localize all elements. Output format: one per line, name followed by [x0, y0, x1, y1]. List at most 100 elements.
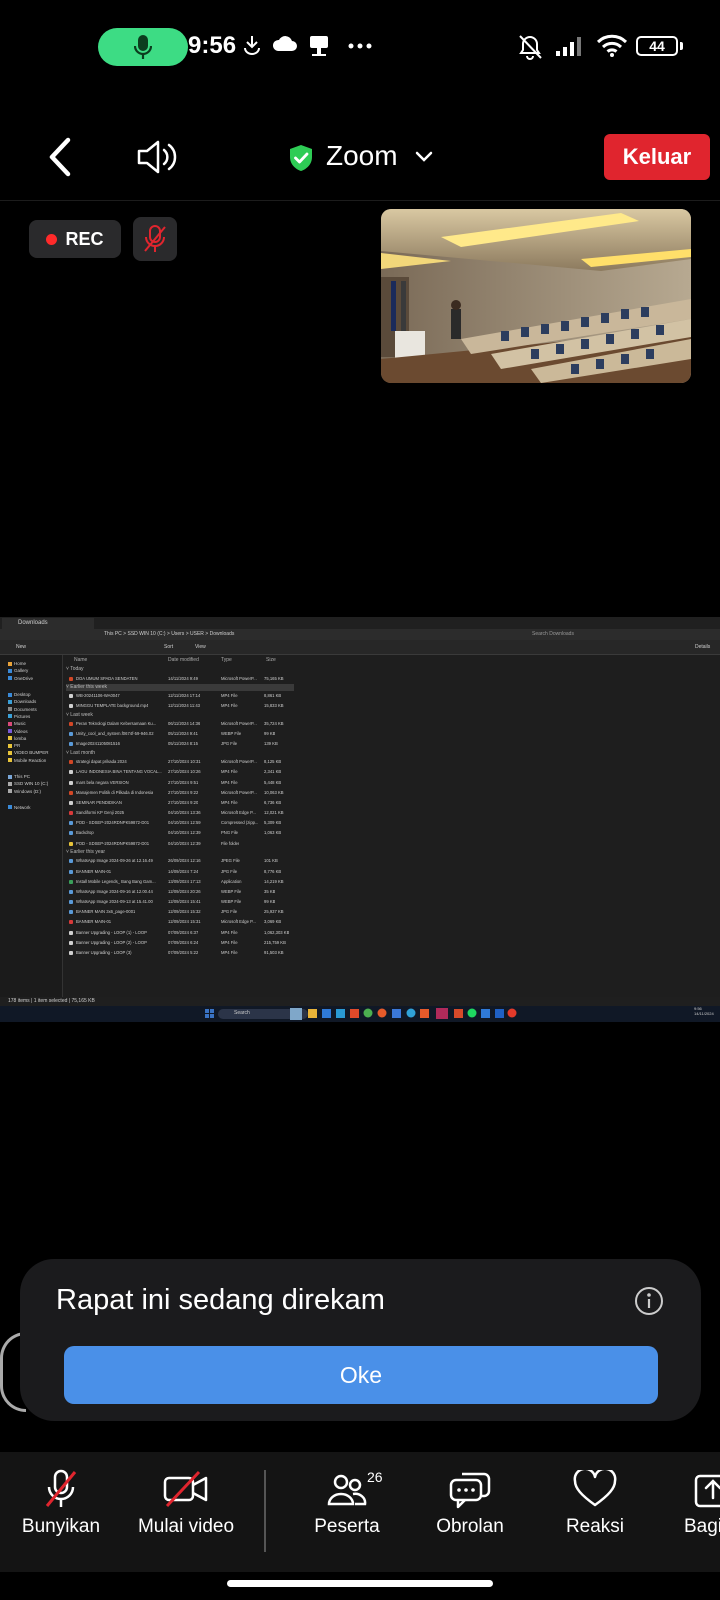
folder-icon: [8, 692, 12, 697]
shared-screen: Downloads This PC > SSD WIN 10 (C:) > Us…: [0, 617, 720, 1022]
sidebar-item[interactable]: Music: [8, 720, 62, 727]
file-row[interactable]: Unity_cool_and_system.f0674f-59-946.02 05…: [66, 729, 306, 739]
file-date: 27/10/2024 9:22: [168, 789, 199, 795]
reactions-button[interactable]: Reaksi: [525, 1452, 665, 1552]
sidebar-item-label: PR: [14, 743, 21, 749]
file-row[interactable]: WhatsApp Image 2024-09-16 at 12.00.44 12/…: [66, 887, 306, 897]
group-header[interactable]: ˅ Last month: [66, 750, 306, 758]
file-type: MP4 File: [221, 939, 238, 945]
file-row[interactable]: DOA UMUM SPADA SENDATEN 14/11/2024 9:49 Mi…: [66, 674, 306, 684]
file-row[interactable]: Image20241105081516 05/11/2024 8:15 JPG Fi…: [66, 739, 306, 749]
file-row[interactable]: WhatsApp Image 2024-09-26 at 12.16.49 26/…: [66, 856, 306, 866]
group-header[interactable]: ˅ Earlier this year: [66, 849, 306, 857]
share-button[interactable]: Bagi: [672, 1452, 720, 1552]
sidebar-item[interactable]: Gallery: [8, 667, 62, 674]
file-row[interactable]: Install Mobile Legends_ Bang Bang Gam...…: [66, 877, 306, 887]
sidebar-item[interactable]: SSD WIN 10 (C:): [8, 780, 62, 787]
group-header[interactable]: ˅ Last week: [66, 712, 306, 720]
participant-video-thumbnail[interactable]: [381, 209, 691, 383]
file-type: PNG File: [221, 830, 238, 836]
sidebar-item[interactable]: Mobile Reaction: [8, 757, 62, 764]
chat-button[interactable]: Obrolan: [400, 1452, 540, 1552]
chevron-down-icon[interactable]: [415, 151, 433, 163]
file-row[interactable]: POD - SDSEP-2024RDNPK59872-D01 04/10/2024…: [66, 839, 306, 849]
back-icon[interactable]: [46, 136, 74, 178]
sidebar-item[interactable]: Downloads: [8, 698, 62, 705]
file-row[interactable]: Peran Teknologi Dalam Kebersamaan Ku... 0…: [66, 719, 306, 729]
group-header[interactable]: ˅ Today: [66, 666, 306, 674]
share-screen-icon: [694, 1474, 720, 1508]
group-header[interactable]: ˅ Earlier this week: [66, 684, 306, 692]
folder-icon: [8, 699, 12, 704]
file-name: strategi dapat prikada 2024: [76, 759, 127, 765]
file-type: MP4 File: [221, 703, 238, 709]
home-indicator[interactable]: [227, 1580, 493, 1587]
sidebar-item[interactable]: Documents: [8, 705, 62, 712]
ok-button[interactable]: Oke: [64, 1346, 658, 1404]
meeting-title[interactable]: Zoom: [326, 140, 398, 172]
sidebar-item[interactable]: Windows (D:): [8, 787, 62, 794]
start-video-button[interactable]: Mulai video: [116, 1452, 256, 1552]
recording-notice-text: Rapat ini sedang direkam: [56, 1284, 385, 1316]
file-row[interactable]: SEMINAR PENDIDIKAN 27/10/2024 9:20 MP4 Fil…: [66, 798, 306, 808]
sidebar-item[interactable]: Network: [8, 804, 62, 811]
file-date: 07/09/2024 6:24: [168, 939, 199, 945]
sidebar-item[interactable]: Videos: [8, 727, 62, 734]
participants-label: Peserta: [314, 1516, 380, 1537]
leave-button[interactable]: Keluar: [604, 134, 710, 180]
file-icon: [69, 694, 73, 699]
file-name: Sandiformi KP Genji 2025: [76, 810, 125, 816]
sidebar-item-label: OneDrive: [14, 675, 34, 681]
sidebar-item-label: Home: [14, 661, 27, 667]
folder-icon: [8, 676, 12, 681]
file-icon: [69, 879, 73, 884]
file-row[interactable]: Manajemen Politik di Pilkada di Indonesi…: [66, 788, 306, 798]
file-size: 3,069 KB: [264, 919, 282, 925]
file-name: WB-20241106-WA0047: [76, 693, 120, 699]
sidebar-item[interactable]: PR: [8, 742, 62, 749]
chat-icon: [449, 1472, 491, 1509]
file-row[interactable]: Banner Upgrading - LOOP (1) - LOOP 07/09/…: [66, 928, 306, 938]
sidebar-item[interactable]: Pictures: [8, 713, 62, 720]
file-size: 8,776 KB: [264, 868, 282, 874]
vibrate-off-icon: [519, 35, 542, 60]
file-row[interactable]: BANNER MAIN 3x6_page-0001 12/09/2024 15:3…: [66, 907, 306, 917]
sidebar-item[interactable]: Home: [8, 660, 62, 667]
file-row[interactable]: mars bela negara VERSION 27/10/2024 9:51 M…: [66, 778, 306, 788]
file-row[interactable]: BANNER MAIN-01 12/09/2024 15:31 Microsoft …: [66, 917, 306, 927]
file-row[interactable]: Sandiformi KP Genji 2025 04/10/2024 13:36…: [66, 808, 306, 818]
file-size: 1,063 KB: [264, 830, 282, 836]
file-row[interactable]: Banner Upgrading - LOOP (3) 07/09/2024 5:…: [66, 948, 306, 958]
sidebar-item[interactable]: VIDEO BUMPER: [8, 749, 62, 756]
chat-label: Obrolan: [436, 1516, 504, 1537]
file-row[interactable]: Backdrop 04/10/2024 12:39 PNG File 1,063 KB: [66, 828, 306, 838]
file-date: 12/09/2024 20:26: [168, 888, 201, 894]
file-row[interactable]: Banner Upgrading - LOOP (2) - LOOP 07/09/…: [66, 938, 306, 948]
file-date: 07/09/2024 5:22: [168, 950, 199, 955]
file-row[interactable]: strategi dapat prikada 2024 27/10/2024 10…: [66, 757, 306, 767]
file-date: 27/10/2024 10:26: [168, 769, 201, 775]
sidebar-item[interactable]: Desktop: [8, 691, 62, 698]
speaker-icon[interactable]: [136, 138, 180, 176]
file-row[interactable]: BANNER MAIN-01 14/09/2024 7:24 JPG File 8,7…: [66, 867, 306, 877]
shield-check-icon: [290, 145, 312, 171]
file-row[interactable]: WB-20241106-WA0047 12/11/2024 17:14 MP4 Fi…: [66, 691, 306, 701]
folder-icon: [8, 707, 12, 712]
file-row[interactable]: MINGGU TEMPLATE background.mp4 12/11/2024…: [66, 701, 306, 711]
unmute-button[interactable]: Bunyikan: [0, 1452, 131, 1552]
active-mic-indicator[interactable]: [98, 28, 188, 66]
folder-icon: [8, 736, 12, 741]
file-name: WhatsApp Image 2024-09-26 at 12.16.49: [76, 858, 153, 864]
file-date: 05/11/2024 8:15: [168, 741, 198, 747]
sidebar-item[interactable]: OneDrive: [8, 675, 62, 682]
file-row[interactable]: LAGU INDONESIA BINA TENTANG VOCAL... 27/1…: [66, 767, 306, 777]
column-size: Size: [266, 657, 276, 663]
file-row[interactable]: POD - SDSEP-2024RDNPK59872-D01 04/10/2024…: [66, 818, 306, 828]
participants-button[interactable]: 26 Peserta: [277, 1452, 417, 1552]
file-row[interactable]: WhatsApp Image 2024-09-13 at 15.41.00 12/…: [66, 897, 306, 907]
info-icon[interactable]: [634, 1286, 664, 1316]
recording-badge[interactable]: REC: [29, 220, 121, 258]
file-size: 101 KB: [264, 858, 278, 864]
sidebar-item[interactable]: This PC: [8, 773, 62, 780]
sidebar-item[interactable]: lomba: [8, 735, 62, 742]
